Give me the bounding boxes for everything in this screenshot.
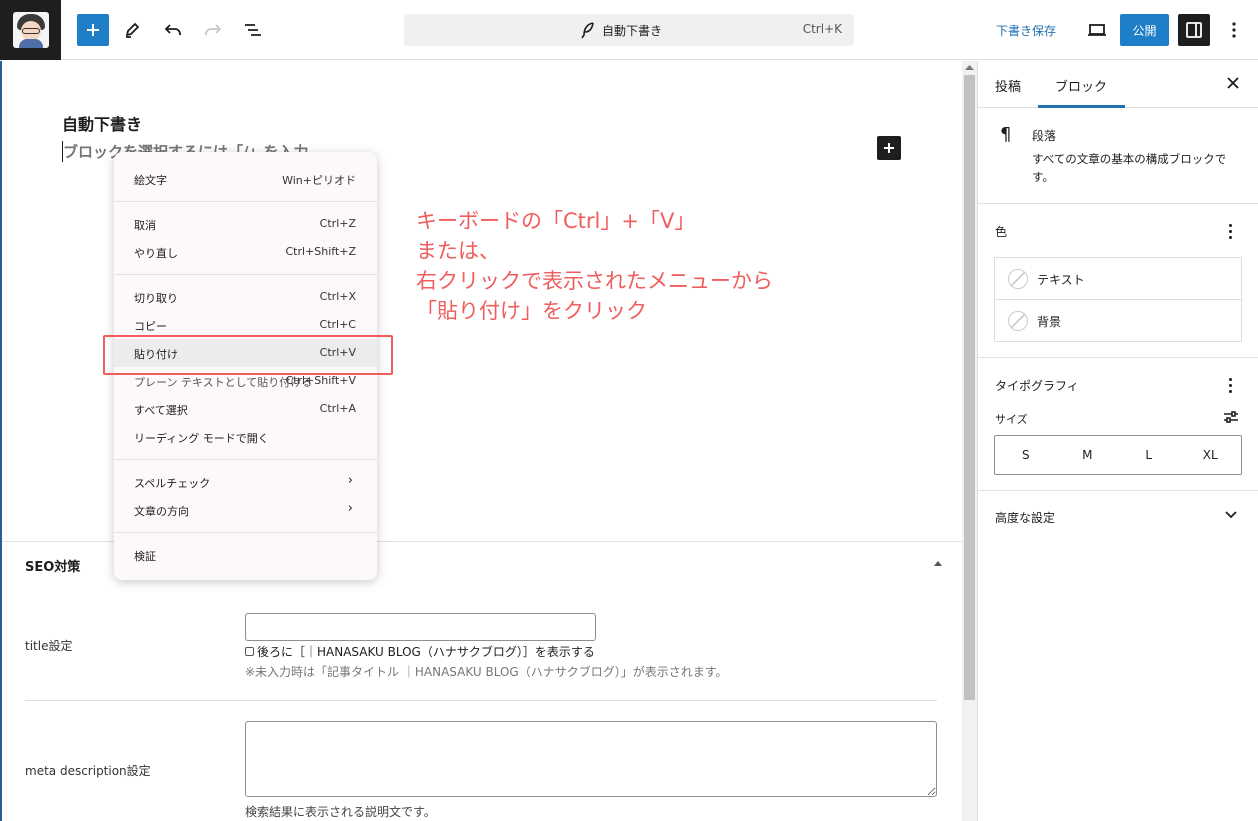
color-panel-title: 色 [995,225,1008,239]
feather-icon [581,22,594,39]
annotation-line: または、 [416,239,500,263]
preview-button[interactable] [1081,14,1113,46]
empty-swatch-icon [1008,311,1028,331]
menu-item-inspect[interactable]: 検証 [114,541,377,569]
sidebar-icon [1186,22,1202,38]
list-view-button[interactable] [237,14,269,46]
block-inserter-button[interactable] [877,136,901,160]
menu-separator [114,532,377,533]
font-size-m[interactable]: M [1057,436,1119,474]
redo-button[interactable] [197,14,229,46]
font-size-picker: S M L XL [994,435,1242,475]
tab-post[interactable]: 投稿 [995,76,1021,95]
menu-separator [114,201,377,202]
append-site-name-option[interactable]: 後ろに［｜HANASAKU BLOG（ハナサクブログ）］を表示する [245,643,595,660]
divider [25,700,937,701]
editor-window: 自動下書き Ctrl+K 下書き保存 公開 自動下書き ブロックを選択するには「… [0,0,1258,821]
pen-icon [125,22,140,38]
menu-separator [114,459,377,460]
chevron-down-icon [1225,511,1237,519]
seo-meta-box: SEO対策 title設定 後ろに［｜HANASAKU BLOG（ハナサクブログ… [0,541,962,821]
font-size-s[interactable]: S [995,436,1057,474]
save-draft-button[interactable]: 下書き保存 [996,22,1056,39]
pilcrow-icon: ¶ [1000,124,1012,145]
menu-item-spellcheck[interactable]: スペルチェック › [114,468,377,496]
meta-description-help: 検索結果に表示される説明文です。 [245,805,436,819]
menu-item-text-direction[interactable]: 文章の方向 › [114,496,377,524]
list-view-icon [245,24,261,36]
undo-icon [164,24,181,35]
title-setting-label: title設定 [25,639,73,653]
settings-sidebar: 投稿 ブロック ¶ 段落 すべての文章の基本の構成ブロックです。 色 テキスト … [977,61,1258,821]
redo-icon [205,24,222,35]
block-card: ¶ 段落 すべての文章の基本の構成ブロックです。 [978,108,1258,204]
background-color-option[interactable]: 背景 [995,300,1243,342]
color-panel: 色 テキスト 背景 [978,204,1258,358]
append-site-name-checkbox[interactable] [245,647,254,656]
add-icon [884,143,894,153]
seo-heading: SEO対策 [25,560,81,575]
annotation-line: 「貼り付け」をクリック [416,299,647,323]
menu-item-emoji[interactable]: 絵文字 Win+ピリオド [114,165,377,193]
menu-item-select-all[interactable]: すべて選択 Ctrl+A [114,395,377,423]
annotation-line: 右クリックで表示されたメニューから [416,269,773,293]
append-site-name-label: 後ろに［｜HANASAKU BLOG（ハナサクブログ）］を表示する [257,645,595,659]
meta-description-textarea[interactable] [245,721,937,797]
typography-panel-title: タイポグラフィ [995,379,1079,393]
typography-panel: タイポグラフィ サイズ S M L XL [978,358,1258,491]
kebab-icon[interactable] [1229,224,1233,242]
add-block-button[interactable] [77,14,109,46]
options-button[interactable] [1218,14,1250,46]
menu-item-reading-mode[interactable]: リーディング モードで開く [114,423,377,451]
top-toolbar: 自動下書き Ctrl+K 下書き保存 公開 [0,0,1258,60]
menu-item-undo[interactable]: 取消 Ctrl+Z [114,210,377,238]
scroll-thumb[interactable] [964,75,975,700]
tools-button[interactable] [116,14,148,46]
command-palette-bar[interactable]: 自動下書き Ctrl+K [404,14,854,46]
tab-block[interactable]: ブロック [1055,76,1107,95]
close-icon[interactable] [1227,77,1239,89]
add-icon [87,24,99,36]
menu-item-cut[interactable]: 切り取り Ctrl+X [114,283,377,311]
block-description: すべての文章の基本の構成ブロックです。 [1032,152,1227,184]
meta-description-label: meta description設定 [25,764,151,778]
menu-separator [114,274,377,275]
document-title: 自動下書き [602,24,663,38]
color-options: テキスト 背景 [994,257,1243,342]
menu-item-redo[interactable]: やり直し Ctrl+Shift+Z [114,238,377,266]
editor-scrollbar[interactable] [962,61,977,821]
empty-swatch-icon [1008,269,1028,289]
window-edge [0,61,2,821]
avatar [12,12,49,48]
publish-button[interactable]: 公開 [1120,14,1169,46]
collapse-arrow-icon[interactable] [933,559,943,567]
command-shortcut: Ctrl+K [802,22,842,36]
size-label: サイズ [995,413,1028,426]
seo-title-input[interactable] [245,613,596,641]
font-size-xl[interactable]: XL [1180,436,1242,474]
settings-toggle-button[interactable] [1178,14,1210,46]
block-name: 段落 [1032,129,1057,143]
font-size-l[interactable]: L [1118,436,1180,474]
chevron-right-icon: › [347,473,353,488]
title-note: ※未入力時は「記事タイトル ｜HANASAKU BLOG（ハナサクブログ）」が表… [245,665,728,679]
chevron-right-icon: › [347,501,353,516]
advanced-panel[interactable]: 高度な設定 [978,491,1258,541]
instruction-annotation: キーボードの「Ctrl」+「V」 または、 右クリックで表示されたメニューから … [416,206,773,326]
post-title[interactable]: 自動下書き [62,111,142,135]
undo-button[interactable] [157,14,189,46]
text-color-option[interactable]: テキスト [995,258,1243,300]
advanced-panel-title: 高度な設定 [995,511,1056,525]
kebab-icon [1232,22,1236,38]
annotation-line: キーボードの「Ctrl」+「V」 [416,209,696,233]
site-logo-button[interactable] [0,0,61,60]
scroll-up-icon[interactable] [965,64,974,71]
sidebar-tabs: 投稿 ブロック [978,61,1258,108]
paste-highlight-box [103,335,393,375]
laptop-icon [1088,24,1106,36]
sliders-icon[interactable] [1223,410,1239,424]
kebab-icon[interactable] [1229,378,1233,396]
